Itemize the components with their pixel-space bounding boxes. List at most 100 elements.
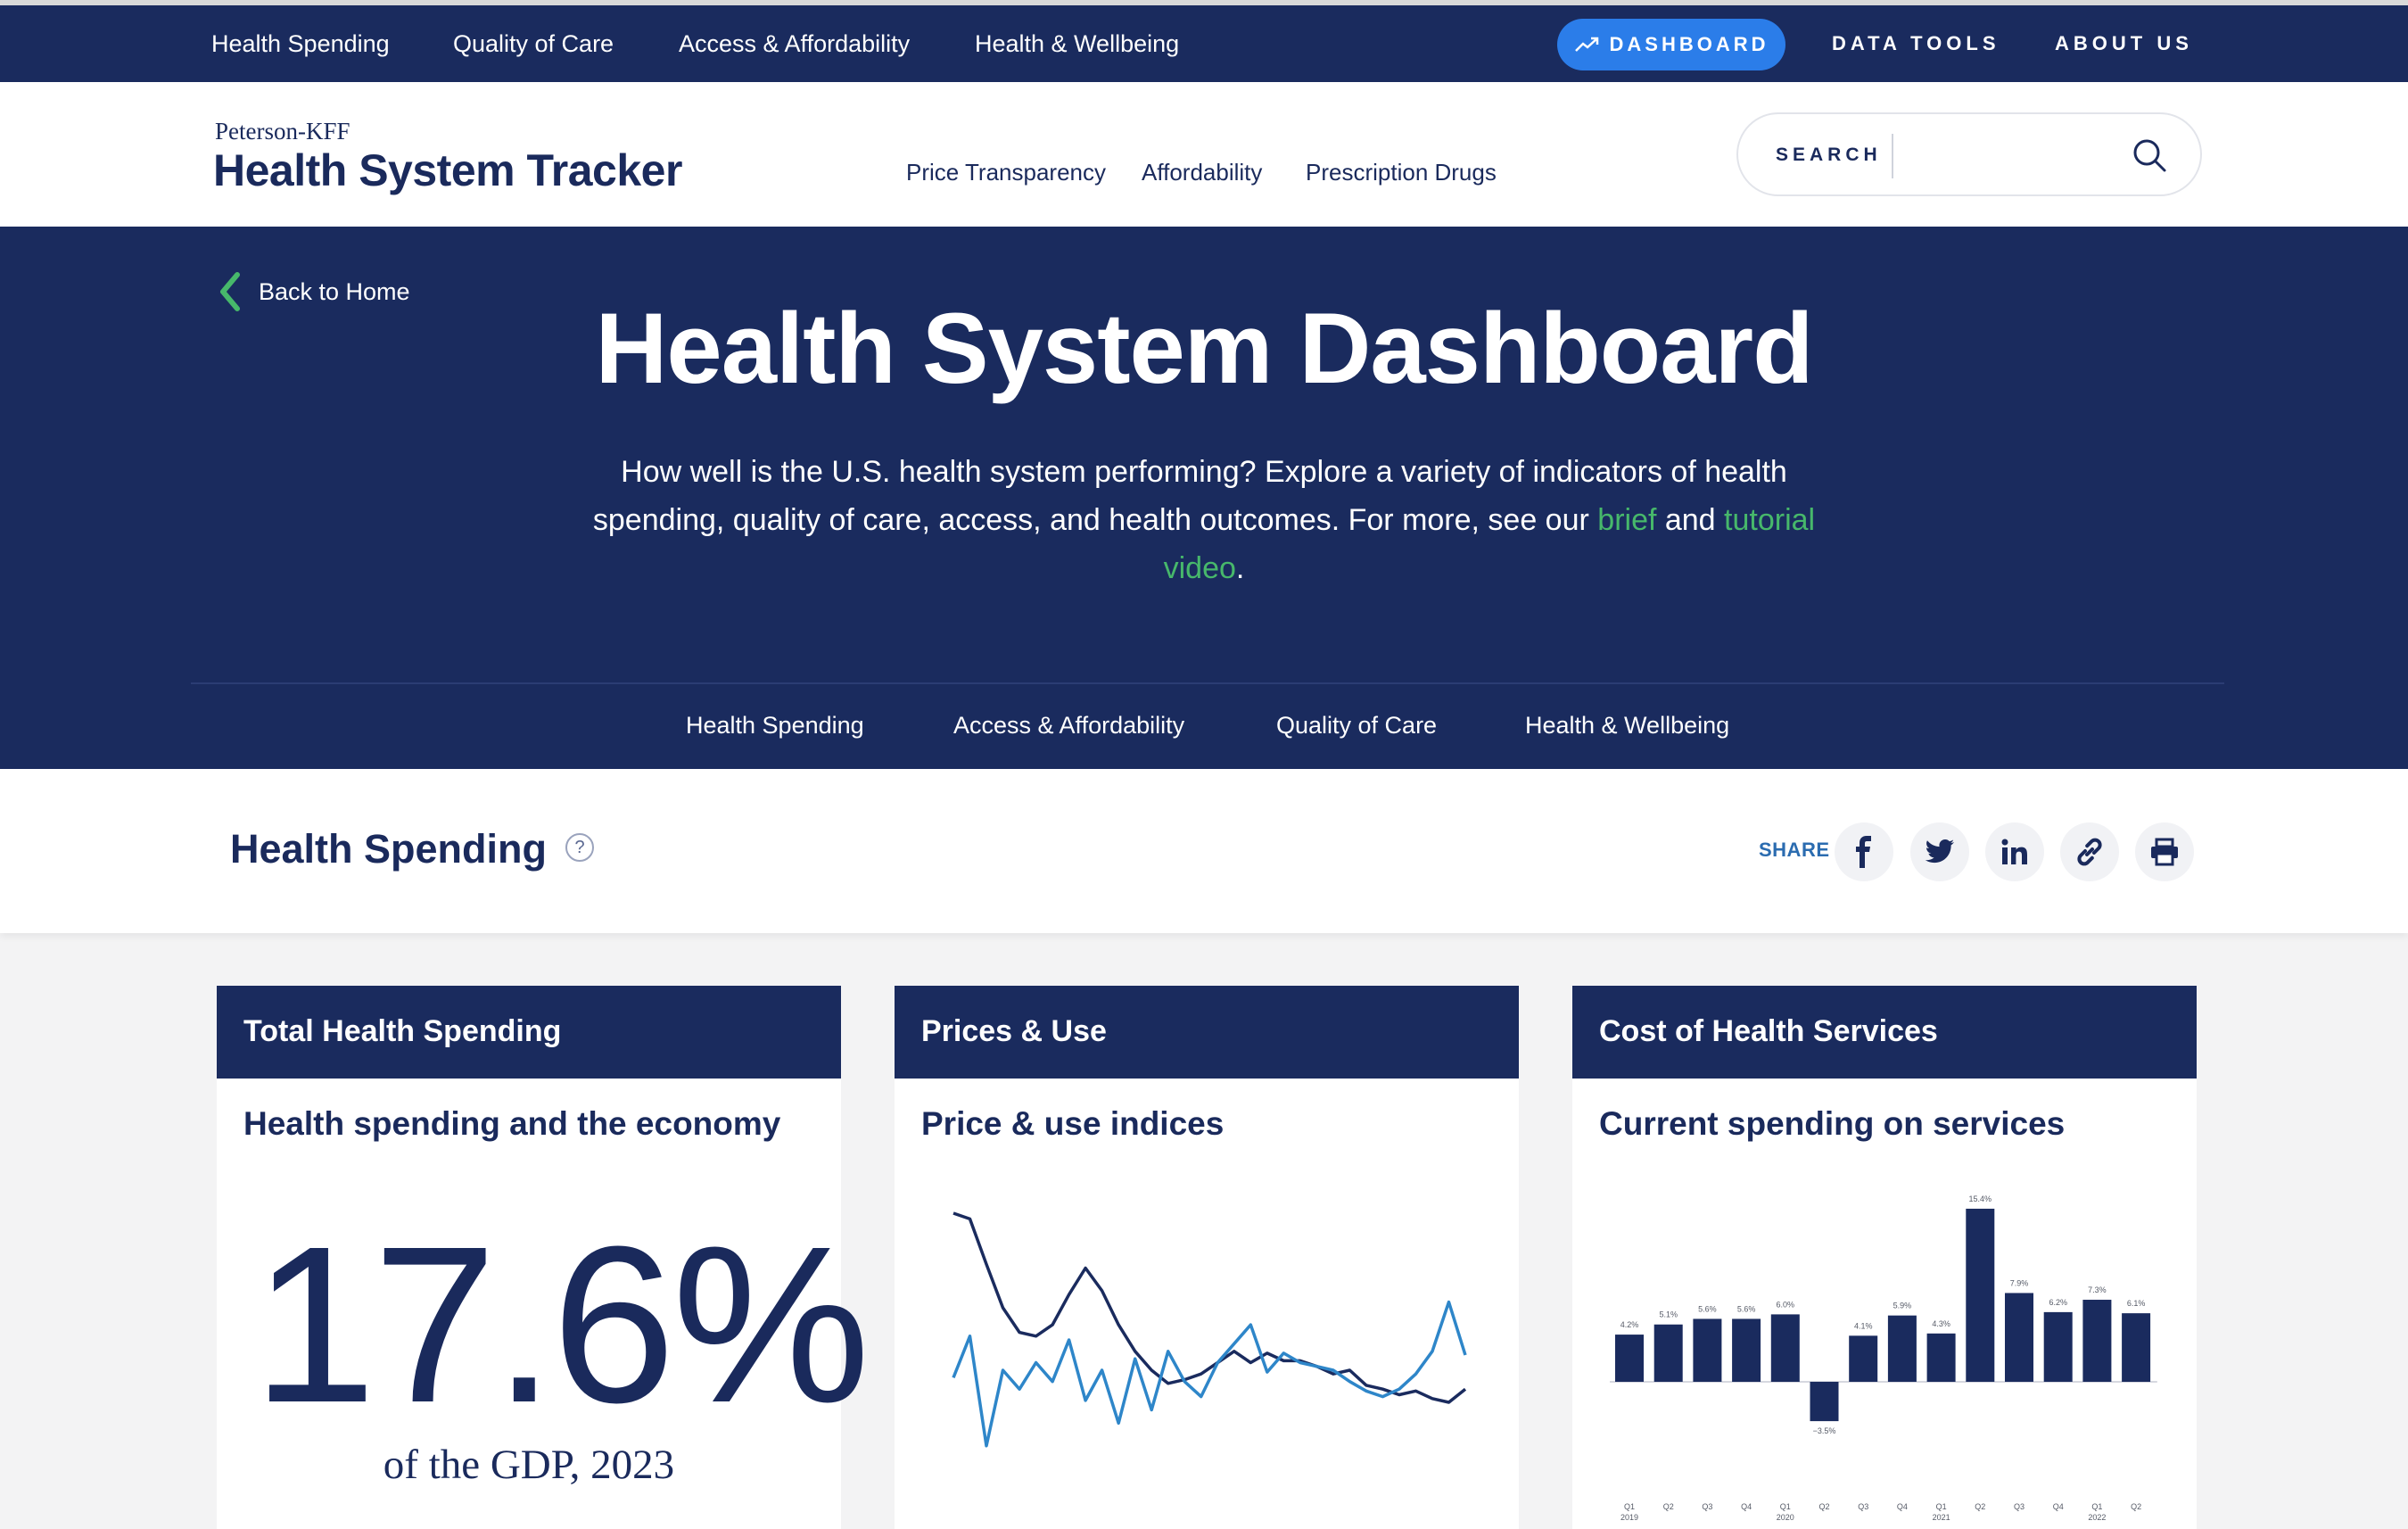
x-tick-label: Q3 bbox=[2014, 1502, 2025, 1511]
section-header: Health Spending ? SHARE bbox=[0, 769, 2408, 933]
x-tick-year-label: 2021 bbox=[1933, 1513, 1950, 1522]
nav-affordability[interactable]: Affordability bbox=[1142, 159, 1262, 186]
card-subtitle: Health spending and the economy bbox=[243, 1105, 781, 1142]
x-tick-year-label: 2022 bbox=[2088, 1513, 2106, 1522]
utility-nav-quality-of-care[interactable]: Quality of Care bbox=[453, 30, 614, 58]
search-divider bbox=[1892, 134, 1893, 178]
gdp-share-stat: 17.6% bbox=[252, 1200, 870, 1449]
bar-7 bbox=[1849, 1335, 1878, 1382]
bar-data-label: 7.3% bbox=[2088, 1285, 2107, 1294]
x-tick-label: Q2 bbox=[1663, 1502, 1674, 1511]
x-tick-year-label: 2019 bbox=[1620, 1513, 1638, 1522]
x-tick-label: Q4 bbox=[1741, 1502, 1752, 1511]
hero-divider bbox=[191, 682, 2224, 684]
bar-14 bbox=[2122, 1313, 2151, 1382]
brief-link[interactable]: brief bbox=[1597, 503, 1656, 537]
bar-data-label: 6.2% bbox=[2049, 1298, 2067, 1307]
x-tick-label: Q2 bbox=[2131, 1502, 2141, 1511]
bar-8 bbox=[1887, 1315, 1917, 1382]
utility-bar: Health Spending Quality of Care Access &… bbox=[0, 0, 2408, 82]
x-tick-label: Q2 bbox=[1818, 1502, 1829, 1511]
hero-section: Back to Home Health System Dashboard How… bbox=[0, 227, 2408, 769]
bar-data-label: 6.0% bbox=[1777, 1300, 1795, 1309]
x-tick-year-label: 2020 bbox=[1777, 1513, 1794, 1522]
bar-9 bbox=[1926, 1333, 1956, 1382]
x-tick-label: Q1 bbox=[1624, 1502, 1635, 1511]
bar-3 bbox=[1693, 1318, 1722, 1382]
logo-site-name: Health System Tracker bbox=[213, 145, 682, 195]
twitter-icon bbox=[1925, 839, 1954, 864]
x-tick-label: Q4 bbox=[1897, 1502, 1908, 1511]
utility-nav-health-wellbeing[interactable]: Health & Wellbeing bbox=[975, 30, 1179, 58]
bar-data-label: 4.1% bbox=[1854, 1321, 1873, 1330]
dashboard-button[interactable]: DASHBOARD bbox=[1557, 19, 1785, 70]
data-tools-link[interactable]: DATA TOOLS bbox=[1832, 32, 2000, 55]
bar-2 bbox=[1653, 1324, 1683, 1382]
facebook-icon bbox=[1856, 836, 1871, 868]
link-icon bbox=[2077, 838, 2102, 866]
search-icon[interactable] bbox=[2131, 136, 2170, 176]
subnav-access-affordability[interactable]: Access & Affordability bbox=[953, 712, 1184, 740]
share-label: SHARE bbox=[1759, 839, 1830, 861]
card-cost-of-health-services[interactable]: Cost of Health Services Current spending… bbox=[1572, 986, 2197, 1529]
nav-prescription-drugs[interactable]: Prescription Drugs bbox=[1306, 159, 1497, 186]
subnav-quality-of-care[interactable]: Quality of Care bbox=[1276, 712, 1437, 740]
subnav-health-spending[interactable]: Health Spending bbox=[686, 712, 864, 740]
search-input[interactable] bbox=[1902, 132, 2134, 180]
hero-description-and: and bbox=[1656, 503, 1725, 537]
utility-nav-health-spending[interactable]: Health Spending bbox=[211, 30, 390, 58]
share-twitter-button[interactable] bbox=[1910, 822, 1969, 881]
subnav-health-wellbeing[interactable]: Health & Wellbeing bbox=[1525, 712, 1729, 740]
services-spending-bar-chart: 4.2% Q1 2019 5.1% Q2 5.6% Q3 5.6% Q4 6.0% Q1 2020 −3… bbox=[1610, 1194, 2157, 1522]
bar-data-label: 5.9% bbox=[1893, 1302, 1912, 1310]
x-tick-label: Q4 bbox=[2053, 1502, 2064, 1511]
bar-12 bbox=[2043, 1311, 2073, 1382]
bar-data-label: 4.2% bbox=[1620, 1320, 1639, 1329]
utility-nav-access-affordability[interactable]: Access & Affordability bbox=[679, 30, 910, 58]
bar-13 bbox=[2082, 1300, 2112, 1382]
x-tick-label: Q3 bbox=[1858, 1502, 1868, 1511]
x-tick-label: Q1 bbox=[1780, 1502, 1791, 1511]
bar-10 bbox=[1966, 1208, 1995, 1382]
bar-4 bbox=[1732, 1318, 1761, 1382]
printer-icon bbox=[2151, 838, 2178, 866]
bar-data-label: 5.6% bbox=[1737, 1304, 1756, 1313]
x-tick-label: Q2 bbox=[1975, 1502, 1985, 1511]
card-prices-use[interactable]: Prices & Use Price & use indices bbox=[895, 986, 1519, 1529]
share-linkedin-button[interactable] bbox=[1985, 822, 2044, 881]
x-tick-label: Q1 bbox=[1936, 1502, 1947, 1511]
copy-link-button[interactable] bbox=[2060, 822, 2119, 881]
bar-6 bbox=[1810, 1382, 1839, 1422]
linkedin-icon bbox=[2001, 839, 2027, 864]
dashboard-button-label: DASHBOARD bbox=[1609, 33, 1769, 55]
bar-5 bbox=[1770, 1314, 1800, 1382]
share-facebook-button[interactable] bbox=[1835, 822, 1893, 881]
site-header: Peterson-KFF Health System Tracker Price… bbox=[0, 82, 2408, 227]
bar-data-label: 5.1% bbox=[1659, 1310, 1678, 1319]
hero-description-end: . bbox=[1235, 551, 1245, 585]
bar-data-label: 6.1% bbox=[2127, 1299, 2146, 1308]
bar-data-label: 15.4% bbox=[1969, 1194, 1992, 1203]
section-title: Health Spending bbox=[230, 826, 548, 872]
page-title: Health System Dashboard bbox=[595, 293, 1814, 404]
bar-data-label: 5.6% bbox=[1698, 1304, 1717, 1313]
bar-data-label: −3.5% bbox=[1813, 1426, 1836, 1435]
about-us-link[interactable]: ABOUT US bbox=[2055, 32, 2193, 55]
price-use-line-chart bbox=[952, 1211, 1467, 1448]
bar-data-label: 4.3% bbox=[1932, 1319, 1950, 1328]
hero-description: How well is the U.S. health system perfo… bbox=[580, 448, 1828, 592]
card-total-health-spending[interactable]: Total Health Spending Health spending an… bbox=[217, 986, 870, 1529]
bar-1 bbox=[1615, 1335, 1644, 1382]
help-icon[interactable]: ? bbox=[565, 833, 594, 862]
search-label: SEARCH bbox=[1776, 145, 1882, 165]
logo-org-name: Peterson-KFF bbox=[215, 118, 350, 145]
search-box: SEARCH bbox=[1736, 112, 2202, 196]
print-button[interactable] bbox=[2135, 822, 2194, 881]
x-tick-label: Q1 bbox=[2091, 1502, 2102, 1511]
bar-data-label: 7.9% bbox=[2010, 1278, 2029, 1287]
trend-up-icon bbox=[1574, 37, 1598, 52]
line-series-2 bbox=[952, 1300, 1467, 1448]
nav-price-transparency[interactable]: Price Transparency bbox=[906, 159, 1106, 186]
x-tick-label: Q3 bbox=[1702, 1502, 1712, 1511]
card-header: Total Health Spending bbox=[217, 986, 841, 1079]
